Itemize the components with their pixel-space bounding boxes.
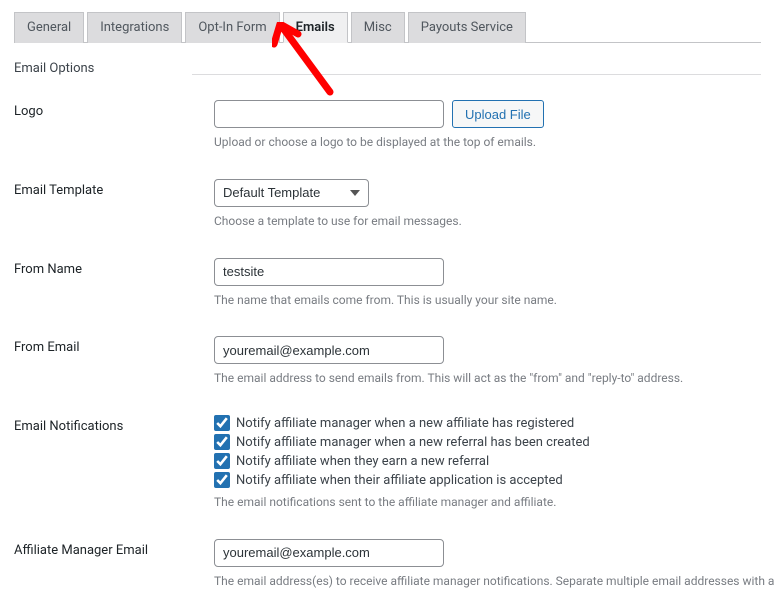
tab-general[interactable]: General (14, 12, 84, 43)
divider (192, 61, 761, 75)
tab-payouts-service[interactable]: Payouts Service (408, 12, 526, 43)
help-template: Choose a template to use for email messa… (214, 213, 761, 230)
help-notifications: The email notifications sent to the affi… (214, 494, 761, 511)
checkbox-notify-referral-created[interactable] (214, 434, 230, 450)
checkbox-label: Notify affiliate when their affiliate ap… (236, 473, 563, 488)
notify-new-referral-created[interactable]: Notify affiliate manager when a new refe… (214, 434, 761, 450)
label-affiliate-manager-email: Affiliate Manager Email (14, 539, 214, 558)
notify-affiliate-earn-referral[interactable]: Notify affiliate when they earn a new re… (214, 453, 761, 469)
settings-tabs: General Integrations Opt-In Form Emails … (14, 12, 761, 43)
label-from-name: From Name (14, 258, 214, 277)
notify-new-affiliate-registered[interactable]: Notify affiliate manager when a new affi… (214, 415, 761, 431)
tab-emails[interactable]: Emails (283, 12, 348, 43)
from-email-input[interactable] (214, 336, 444, 364)
label-from-email: From Email (14, 336, 214, 355)
label-logo: Logo (14, 100, 214, 119)
help-logo: Upload or choose a logo to be displayed … (214, 134, 761, 151)
section-email-options: Email Options (14, 61, 192, 76)
affiliate-manager-email-input[interactable] (214, 539, 444, 567)
checkbox-label: Notify affiliate when they earn a new re… (236, 454, 489, 469)
checkbox-notify-accepted[interactable] (214, 472, 230, 488)
tab-integrations[interactable]: Integrations (87, 12, 182, 43)
label-email-template: Email Template (14, 179, 214, 198)
checkbox-notify-earn-referral[interactable] (214, 453, 230, 469)
help-from-email: The email address to send emails from. T… (214, 370, 761, 387)
checkbox-label: Notify affiliate manager when a new refe… (236, 435, 590, 450)
email-template-select[interactable]: Default Template (214, 179, 369, 207)
label-email-notifications: Email Notifications (14, 415, 214, 434)
notify-application-accepted[interactable]: Notify affiliate when their affiliate ap… (214, 472, 761, 488)
logo-input[interactable] (214, 100, 444, 128)
upload-file-button[interactable]: Upload File (452, 100, 544, 128)
tab-misc[interactable]: Misc (351, 12, 405, 43)
tab-opt-in-form[interactable]: Opt-In Form (185, 12, 279, 43)
from-name-input[interactable] (214, 258, 444, 286)
checkbox-notify-registered[interactable] (214, 415, 230, 431)
checkbox-label: Notify affiliate manager when a new affi… (236, 416, 574, 431)
help-manager-email: The email address(es) to receive affilia… (214, 573, 775, 590)
help-from-name: The name that emails come from. This is … (214, 292, 761, 309)
